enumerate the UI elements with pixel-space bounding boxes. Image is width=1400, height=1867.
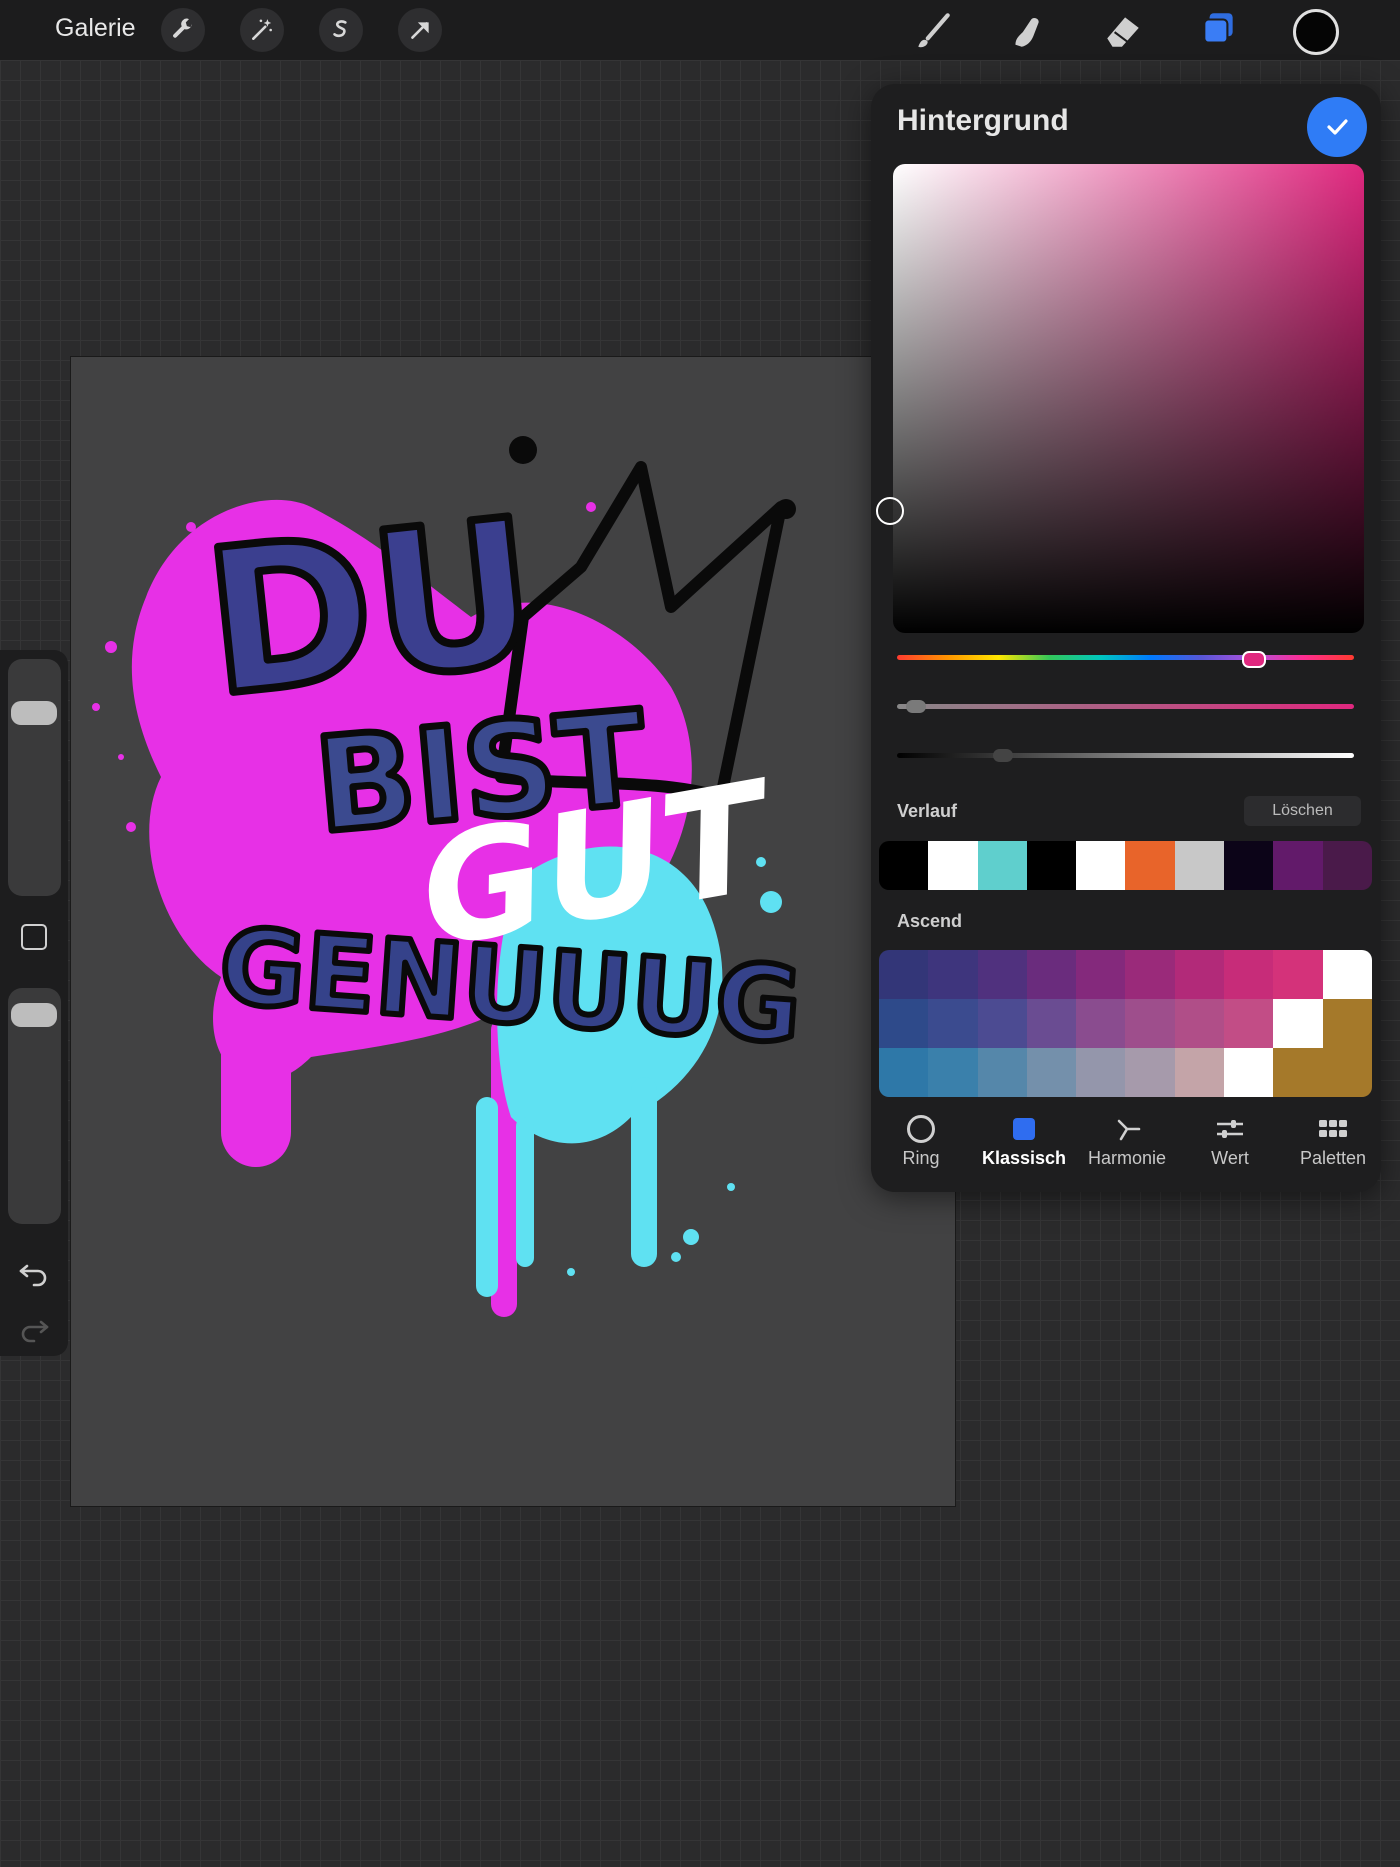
- color-history: [879, 841, 1372, 890]
- history-swatch[interactable]: [1026, 841, 1077, 890]
- palette-swatch[interactable]: [1224, 1048, 1274, 1097]
- layers-icon[interactable]: [1195, 8, 1243, 52]
- transform-arrow-icon[interactable]: [398, 8, 442, 52]
- history-swatch[interactable]: [1322, 841, 1372, 890]
- smudge-icon[interactable]: [1003, 8, 1051, 52]
- sliders-icon: [1217, 1120, 1243, 1138]
- opacity-slider[interactable]: [8, 988, 61, 1224]
- palette-swatch[interactable]: [977, 950, 1027, 999]
- gallery-button[interactable]: Galerie: [55, 14, 136, 43]
- hue-slider[interactable]: [897, 655, 1354, 660]
- palette-swatch[interactable]: [879, 999, 929, 1048]
- palette-swatch[interactable]: [1026, 999, 1077, 1048]
- opacity-thumb[interactable]: [11, 1002, 57, 1027]
- history-swatch[interactable]: [928, 841, 978, 890]
- palette-swatch[interactable]: [977, 999, 1027, 1048]
- harmony-icon: [1117, 1119, 1141, 1141]
- history-swatch[interactable]: [977, 841, 1027, 890]
- palette-swatch[interactable]: [1174, 950, 1225, 999]
- saturation-knob[interactable]: [905, 700, 926, 713]
- palette-swatch[interactable]: [1224, 999, 1274, 1048]
- color-palette: [879, 950, 1372, 1097]
- palette-swatch[interactable]: [1076, 1048, 1126, 1097]
- undo-icon[interactable]: [18, 1257, 50, 1289]
- brush-size-slider[interactable]: [8, 659, 61, 896]
- panel-title: Hintergrund: [897, 104, 1069, 137]
- palette-swatch[interactable]: [928, 999, 978, 1048]
- saturation-slider[interactable]: [897, 704, 1354, 709]
- palette-swatch[interactable]: [1125, 999, 1175, 1048]
- palette-swatch[interactable]: [1174, 999, 1225, 1048]
- selection-icon[interactable]: [319, 8, 363, 52]
- tab-wert[interactable]: Wert: [1180, 1114, 1280, 1169]
- history-label: Verlauf: [897, 801, 958, 821]
- palette-label: Ascend: [897, 911, 963, 931]
- wrench-icon[interactable]: [161, 8, 205, 52]
- history-swatch[interactable]: [1224, 841, 1274, 890]
- palette-swatch[interactable]: [1026, 1048, 1077, 1097]
- square-modify-icon[interactable]: [21, 924, 47, 950]
- redo-icon[interactable]: [18, 1313, 50, 1345]
- color-panel: Hintergrund Verlauf Löschen Ascend Ring …: [871, 84, 1381, 1192]
- color-mode-tabs: Ring Klassisch Harmonie Wert Paletten: [871, 1114, 1381, 1186]
- palette-swatch[interactable]: [1224, 950, 1274, 999]
- color-picker-cursor[interactable]: [876, 497, 904, 525]
- brush-icon[interactable]: [909, 8, 957, 52]
- palette-swatch[interactable]: [1076, 950, 1126, 999]
- left-sidebar: [0, 650, 68, 1356]
- checkmark-icon[interactable]: [1307, 97, 1367, 157]
- palette-swatch[interactable]: [1076, 999, 1126, 1048]
- tab-paletten[interactable]: Paletten: [1283, 1114, 1383, 1169]
- palette-swatch[interactable]: [1125, 1048, 1175, 1097]
- graffiti-artwork: DU BIST GUT GENUUUG: [92, 436, 808, 1317]
- history-swatch[interactable]: [1076, 841, 1126, 890]
- palette-swatch[interactable]: [1125, 950, 1175, 999]
- palette-swatch[interactable]: [977, 1048, 1027, 1097]
- palette-swatch[interactable]: [1273, 950, 1323, 999]
- palette-swatch[interactable]: [928, 950, 978, 999]
- grid-icon: [1319, 1120, 1347, 1137]
- top-toolbar: Galerie: [0, 0, 1400, 60]
- palette-swatch[interactable]: [1273, 999, 1323, 1048]
- magic-wand-icon[interactable]: [240, 8, 284, 52]
- square-icon: [1013, 1118, 1035, 1140]
- palette-swatch[interactable]: [1174, 1048, 1225, 1097]
- hue-knob[interactable]: [1242, 651, 1267, 668]
- palette-swatch[interactable]: [1322, 999, 1372, 1048]
- ring-icon: [907, 1115, 935, 1143]
- drawing-canvas[interactable]: DU BIST GUT GENUUUG: [71, 357, 955, 1506]
- history-swatch[interactable]: [1125, 841, 1175, 890]
- palette-swatch[interactable]: [1026, 950, 1077, 999]
- palette-swatch[interactable]: [1273, 1048, 1323, 1097]
- history-swatch[interactable]: [1174, 841, 1225, 890]
- history-swatch[interactable]: [1273, 841, 1323, 890]
- palette-swatch[interactable]: [1322, 1048, 1372, 1097]
- history-swatch[interactable]: [879, 841, 929, 890]
- tab-klassisch[interactable]: Klassisch: [974, 1114, 1074, 1169]
- tab-harmonie[interactable]: Harmonie: [1077, 1114, 1177, 1169]
- saturation-brightness-picker[interactable]: [893, 164, 1364, 633]
- brightness-slider[interactable]: [897, 753, 1354, 758]
- eraser-icon[interactable]: [1099, 8, 1147, 52]
- palette-swatch[interactable]: [1322, 950, 1372, 999]
- clear-history-button[interactable]: Löschen: [1244, 796, 1361, 826]
- brush-size-thumb[interactable]: [11, 701, 57, 726]
- palette-swatch[interactable]: [879, 950, 929, 999]
- brightness-knob[interactable]: [993, 749, 1014, 762]
- palette-swatch[interactable]: [928, 1048, 978, 1097]
- palette-swatch[interactable]: [879, 1048, 929, 1097]
- tab-ring[interactable]: Ring: [871, 1114, 971, 1169]
- color-icon[interactable]: [1293, 9, 1339, 55]
